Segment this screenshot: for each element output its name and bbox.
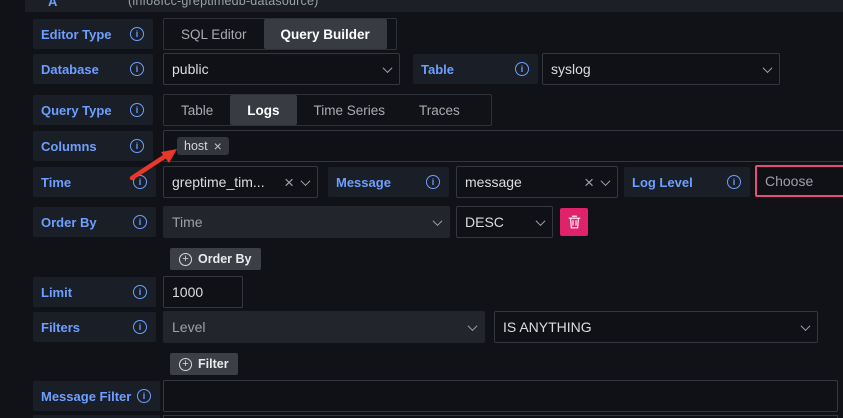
- trash-icon: [568, 215, 581, 229]
- limit-label: Limit i: [33, 277, 156, 307]
- query-header-bar[interactable]: A (info8fcc-greptimedb-datasource): [25, 0, 843, 12]
- info-icon[interactable]: i: [133, 215, 147, 229]
- filter-field-select[interactable]: Level: [163, 311, 485, 343]
- info-icon[interactable]: i: [426, 175, 440, 189]
- query-type-option-timeseries[interactable]: Time Series: [297, 95, 403, 125]
- chevron-down-icon: [536, 216, 546, 226]
- query-editor: A (info8fcc-greptimedb-datasource) Edito…: [0, 0, 843, 418]
- filter-field-value: Level: [172, 319, 461, 335]
- info-icon[interactable]: i: [130, 103, 144, 117]
- log-level-label-text: Log Level: [632, 175, 693, 190]
- chevron-down-icon: [301, 176, 311, 186]
- message-filter-label-text: Message Filter: [41, 389, 131, 404]
- editor-type-label: Editor Type i: [33, 19, 153, 49]
- chevron-down-icon: [801, 321, 811, 331]
- query-ref-id: A: [48, 0, 57, 9]
- columns-label-text: Columns: [41, 139, 97, 154]
- database-value: public: [172, 61, 376, 77]
- chevron-down-icon: [433, 216, 443, 226]
- columns-multiselect[interactable]: host ×: [163, 130, 843, 162]
- message-filter-label: Message Filter i: [33, 381, 160, 411]
- info-icon[interactable]: i: [515, 62, 529, 76]
- chevron-down-icon: [601, 176, 611, 186]
- database-label-text: Database: [41, 62, 99, 77]
- remove-tag-icon[interactable]: ×: [214, 139, 222, 153]
- query-type-group: Table Logs Time Series Traces: [163, 94, 492, 126]
- chevron-down-icon: [763, 63, 773, 73]
- database-label: Database i: [33, 54, 153, 84]
- message-column-value: message: [465, 174, 576, 190]
- log-level-placeholder: Choose: [765, 173, 843, 189]
- filter-operator-select[interactable]: IS ANYTHING: [494, 311, 818, 343]
- query-type-option-logs[interactable]: Logs: [230, 95, 296, 125]
- add-order-by-button[interactable]: + Order By: [170, 248, 261, 270]
- order-by-label-text: Order By: [41, 215, 97, 230]
- filters-label: Filters i: [33, 312, 156, 342]
- chevron-down-icon: [468, 321, 478, 331]
- info-icon[interactable]: i: [133, 320, 147, 334]
- message-label: Message i: [328, 167, 449, 197]
- message-label-text: Message: [336, 175, 391, 190]
- log-level-label: Log Level i: [624, 167, 750, 197]
- editor-type-label-text: Editor Type: [41, 27, 112, 42]
- plus-circle-icon: +: [179, 358, 192, 371]
- table-select[interactable]: syslog: [542, 53, 780, 85]
- query-type-option-table[interactable]: Table: [164, 95, 230, 125]
- info-icon[interactable]: i: [133, 285, 147, 299]
- add-filter-label: Filter: [198, 357, 229, 371]
- plus-circle-icon: +: [179, 253, 192, 266]
- message-filter-input[interactable]: [163, 380, 838, 412]
- datasource-note: (info8fcc-greptimedb-datasource): [128, 0, 319, 8]
- filter-operator-value: IS ANYTHING: [503, 319, 794, 335]
- table-value: syslog: [551, 61, 756, 77]
- annotation-arrow: [118, 134, 190, 186]
- query-type-label: Query Type i: [33, 95, 153, 125]
- database-select[interactable]: public: [163, 53, 400, 85]
- order-by-label: Order By i: [33, 207, 156, 237]
- limit-label-text: Limit: [41, 285, 72, 300]
- clear-icon[interactable]: ×: [584, 174, 594, 191]
- log-level-select[interactable]: Choose: [755, 165, 843, 197]
- add-order-by-label: Order By: [198, 252, 252, 266]
- add-filter-button[interactable]: + Filter: [170, 353, 238, 375]
- info-icon[interactable]: i: [137, 389, 151, 403]
- query-type-label-text: Query Type: [41, 103, 112, 118]
- limit-input[interactable]: [163, 276, 243, 308]
- remove-order-by-button[interactable]: [560, 208, 588, 236]
- editor-type-option-sql[interactable]: SQL Editor: [164, 19, 264, 49]
- table-label-text: Table: [421, 62, 454, 77]
- clear-icon[interactable]: ×: [284, 174, 294, 191]
- order-by-direction-select[interactable]: DESC: [456, 206, 553, 238]
- editor-type-option-builder[interactable]: Query Builder: [264, 19, 387, 49]
- time-label-text: Time: [41, 175, 71, 190]
- info-icon[interactable]: i: [130, 62, 144, 76]
- order-by-field-select[interactable]: Time: [163, 206, 450, 238]
- editor-type-group: SQL Editor Query Builder: [163, 18, 397, 50]
- query-type-option-traces[interactable]: Traces: [402, 95, 477, 125]
- order-by-direction-value: DESC: [465, 214, 529, 230]
- info-icon[interactable]: i: [727, 175, 741, 189]
- order-by-field-value: Time: [172, 214, 426, 230]
- table-label: Table i: [413, 54, 538, 84]
- info-icon[interactable]: i: [130, 27, 144, 41]
- chevron-down-icon: [383, 63, 393, 73]
- message-column-select[interactable]: message ×: [456, 166, 618, 198]
- filters-label-text: Filters: [41, 320, 80, 335]
